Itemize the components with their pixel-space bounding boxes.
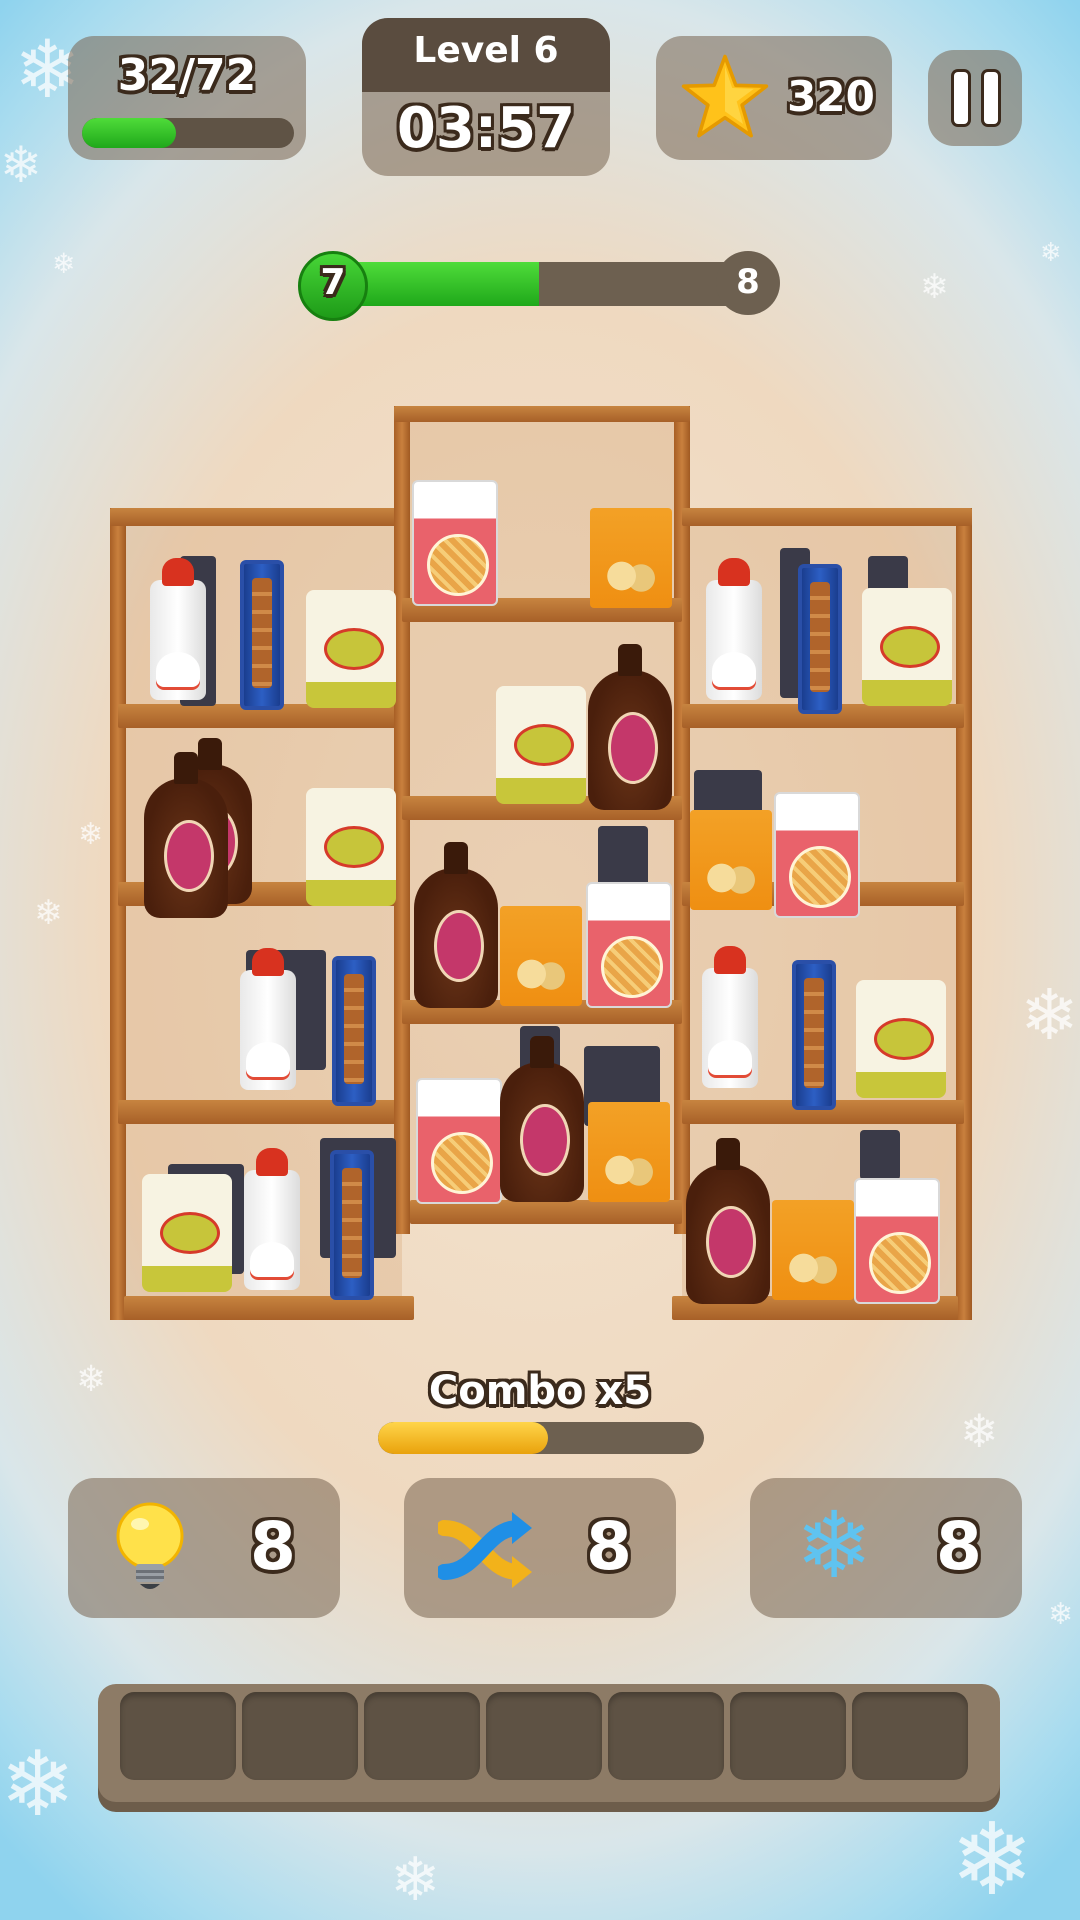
product-fish-sticks[interactable] [240,560,284,710]
product-wheat-flour[interactable] [306,590,396,708]
booster-shuffle-button[interactable]: 8 [404,1478,676,1618]
booster-hint-button[interactable]: 8 [68,1478,340,1618]
product-chicken-nuggets[interactable] [500,906,582,1006]
product-chicken-nuggets[interactable] [590,508,672,608]
product-dreamy-syrup[interactable] [500,1036,584,1202]
product-dreamy-syrup[interactable] [144,752,228,918]
product-french-fries[interactable] [412,480,498,606]
product-fish-sticks[interactable] [332,956,376,1106]
product-chicken-nuggets[interactable] [588,1102,670,1202]
tray-slot[interactable] [608,1692,724,1780]
booster-freeze-count: 8 [936,1508,982,1585]
tray-slot[interactable] [120,1692,236,1780]
product-creamy-whip[interactable] [150,558,206,700]
product-french-fries[interactable] [416,1078,502,1204]
shuffle-icon [436,1508,534,1592]
tray-slot[interactable] [486,1692,602,1780]
shelf-board [110,508,402,526]
product-french-fries[interactable] [586,882,672,1008]
product-wheat-flour[interactable] [496,686,586,804]
shelf-board [394,406,690,422]
product-chicken-nuggets[interactable] [772,1200,854,1300]
booster-freeze-button[interactable]: ❄ 8 [750,1478,1022,1618]
product-fish-sticks[interactable] [798,564,842,714]
product-dreamy-syrup[interactable] [414,842,498,1008]
booster-hint-count: 8 [250,1508,296,1585]
shelf-board [682,508,972,526]
combo-bar [378,1422,704,1454]
product-wheat-flour[interactable] [306,788,396,906]
product-fish-sticks[interactable] [330,1150,374,1300]
product-creamy-whip[interactable] [706,558,762,700]
product-french-fries[interactable] [854,1178,940,1304]
combo-label: Combo x5 [428,1368,652,1414]
product-french-fries[interactable] [774,792,860,918]
booster-shuffle-count: 8 [586,1508,632,1585]
product-wheat-flour[interactable] [862,588,952,706]
product-box[interactable] [860,1130,900,1180]
product-creamy-whip[interactable] [702,946,758,1088]
product-fish-sticks[interactable] [792,960,836,1110]
product-box[interactable] [598,826,648,886]
shelf-board [124,1296,414,1320]
product-creamy-whip[interactable] [240,948,296,1090]
product-dreamy-syrup[interactable] [588,644,672,810]
tray-slot[interactable] [364,1692,480,1780]
tray-slot[interactable] [730,1692,846,1780]
tray-slot[interactable] [242,1692,358,1780]
product-wheat-flour[interactable] [142,1174,232,1292]
product-dreamy-syrup[interactable] [686,1138,770,1304]
tray-slot[interactable] [852,1692,968,1780]
product-chicken-nuggets[interactable] [690,810,772,910]
lightbulb-icon [114,1500,186,1600]
product-creamy-whip[interactable] [244,1148,300,1290]
product-wheat-flour[interactable] [856,980,946,1098]
combo-fill [378,1422,548,1454]
snowflake-icon: ❄ [795,1492,873,1599]
